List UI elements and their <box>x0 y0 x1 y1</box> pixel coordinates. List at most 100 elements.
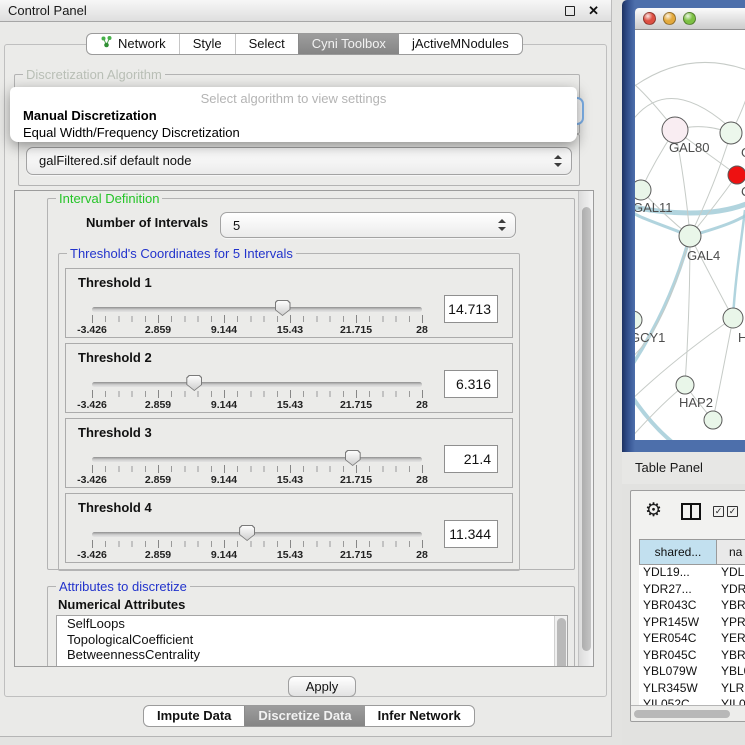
tab-style[interactable]: Style <box>179 34 235 54</box>
tab-jactivemnodules[interactable]: jActiveMNodules <box>399 34 522 54</box>
network-node[interactable] <box>679 225 701 247</box>
network-canvas[interactable]: GAL80GACGAL11GAL4GCY1HHAP2 <box>635 30 745 440</box>
threshold-slider[interactable] <box>92 382 422 387</box>
node-label: GAL11 <box>635 200 673 215</box>
table-data-combo[interactable]: galFiltered.sif default node <box>26 147 572 175</box>
num-intervals-combo[interactable]: 5 <box>220 212 516 238</box>
algorithm-option[interactable]: Manual Discretization <box>10 107 577 124</box>
slider-major-ticks <box>92 465 422 473</box>
list-item[interactable]: BetweennessCentrality <box>57 647 567 663</box>
network-node[interactable] <box>728 166 745 184</box>
threshold-panel: Threshold 4 -3.4262.8599.14415.4321.7152… <box>65 493 513 563</box>
traffic-light-minimize[interactable] <box>663 12 676 25</box>
gear-icon[interactable]: ⚙ <box>645 499 662 522</box>
table-row[interactable]: YDR27...YDR2 <box>639 582 745 599</box>
network-node[interactable] <box>676 376 694 394</box>
tab-infer-network[interactable]: Infer Network <box>365 706 474 726</box>
threshold-slider[interactable] <box>92 307 422 312</box>
tab-label: Infer Network <box>378 706 461 726</box>
node-label: GCY1 <box>635 330 665 345</box>
slider-thumb[interactable] <box>345 450 361 466</box>
table-data-combo-value: galFiltered.sif default node <box>39 148 191 173</box>
threshold-value-field[interactable]: 14.713 <box>444 295 498 323</box>
list-scrollbar[interactable] <box>554 616 567 667</box>
numerical-attributes-list[interactable]: SelfLoopsTopologicalCoefficientBetweenne… <box>56 615 568 667</box>
network-node[interactable] <box>720 122 742 144</box>
num-intervals-label: Number of Intervals <box>86 215 208 230</box>
close-icon[interactable]: ✕ <box>588 0 599 22</box>
traffic-light-close[interactable] <box>643 12 656 25</box>
cell: YBR0 <box>721 648 745 662</box>
table-row[interactable]: YBR045CYBR0 <box>639 648 745 665</box>
tick-label: -3.426 <box>77 324 107 336</box>
tab-label: jActiveMNodules <box>412 34 509 54</box>
tick-label: 28 <box>416 399 428 411</box>
threshold-slider[interactable] <box>92 532 422 537</box>
network-node[interactable] <box>704 411 722 429</box>
tab-cyni-toolbox[interactable]: Cyni Toolbox <box>298 34 399 54</box>
table-row[interactable]: YLR345WYLR3 <box>639 681 745 698</box>
tab-network[interactable]: Network <box>87 34 179 54</box>
thresholds-group: Threshold's Coordinates for 5 Intervals … <box>58 253 520 571</box>
node-label: HAP2 <box>679 395 713 410</box>
checkbox-icon[interactable]: ✓ <box>727 506 738 517</box>
tick-label: 15.43 <box>277 324 303 336</box>
table-scrollbar-thumb[interactable] <box>634 710 730 718</box>
cell: YPR145W <box>643 615 699 629</box>
cell: YBR043C <box>643 598 696 612</box>
apply-button[interactable]: Apply <box>288 676 356 697</box>
slider-thumb[interactable] <box>275 300 291 316</box>
list-item[interactable]: SelfLoops <box>57 616 567 632</box>
network-node[interactable] <box>723 308 743 328</box>
slider-thumb[interactable] <box>239 525 255 541</box>
table-row[interactable]: YDL19...YDL1 <box>639 565 745 582</box>
tab-discretize-data[interactable]: Discretize Data <box>244 706 364 726</box>
float-window-icon[interactable] <box>565 6 575 16</box>
list-item[interactable]: TopologicalCoefficient <box>57 632 567 648</box>
traffic-light-zoom[interactable] <box>683 12 696 25</box>
column-header[interactable]: na <box>716 539 745 565</box>
list-scrollbar-thumb[interactable] <box>557 618 566 667</box>
panel-scrollbar-thumb[interactable] <box>582 207 591 651</box>
tick-label: 15.43 <box>277 399 303 411</box>
node-label: H <box>738 330 745 345</box>
algorithm-option[interactable]: Equal Width/Frequency Discretization <box>10 124 577 141</box>
network-node[interactable] <box>635 311 642 329</box>
threshold-label: Threshold 4 <box>78 500 152 515</box>
tick-label: 21.715 <box>340 399 372 411</box>
tick-label: 15.43 <box>277 474 303 486</box>
threshold-value-field[interactable]: 11.344 <box>444 520 498 548</box>
threshold-value-field[interactable]: 21.4 <box>444 445 498 473</box>
threshold-slider[interactable] <box>92 457 422 462</box>
table-row[interactable]: YER054CYER0 <box>639 631 745 648</box>
group-title: Attributes to discretize <box>56 579 190 594</box>
table-row[interactable]: YIL052CYIL0 <box>639 697 745 705</box>
network-window-titlebar[interactable] <box>635 8 745 30</box>
table-row[interactable]: YPR145W YPR1 <box>639 615 745 632</box>
panel-scrollbar[interactable] <box>578 191 593 666</box>
cyni-mode-tabs: Impute DataDiscretize Data Infer Network <box>143 705 475 727</box>
network-node[interactable] <box>635 180 651 200</box>
table-horizontal-scrollbar[interactable] <box>631 705 745 722</box>
table-row[interactable]: YBR043CYBR0 <box>639 598 745 615</box>
node-label: GAL4 <box>687 248 720 263</box>
attributes-group: Attributes to discretize Numerical Attri… <box>47 586 575 667</box>
cell: YBL079W <box>643 664 697 678</box>
column-header[interactable]: shared... <box>639 539 717 565</box>
slider-scale-labels: -3.4262.8599.14415.4321.71528 <box>92 399 422 411</box>
checkbox-icon[interactable]: ✓ <box>713 506 724 517</box>
columns-icon[interactable] <box>681 503 701 520</box>
tab-impute-data[interactable]: Impute Data <box>144 706 244 726</box>
slider-scale-labels: -3.4262.8599.14415.4321.71528 <box>92 549 422 561</box>
threshold-value-field[interactable]: 6.316 <box>444 370 498 398</box>
threshold-label: Threshold 3 <box>78 425 152 440</box>
slider-major-ticks <box>92 390 422 398</box>
slider-thumb[interactable] <box>186 375 202 391</box>
table-row[interactable]: YBL079WYBL0 <box>639 664 745 681</box>
interval-definition-group: Interval Definition Number of Intervals … <box>47 198 575 570</box>
table-panel-title: Table Panel <box>635 452 703 483</box>
control-panel-window: Control Panel ✕ NetworkStyleSelectCyni T… <box>0 0 612 737</box>
tab-select[interactable]: Select <box>235 34 298 54</box>
tick-label: 28 <box>416 324 428 336</box>
cell: YPR1 <box>721 615 745 629</box>
